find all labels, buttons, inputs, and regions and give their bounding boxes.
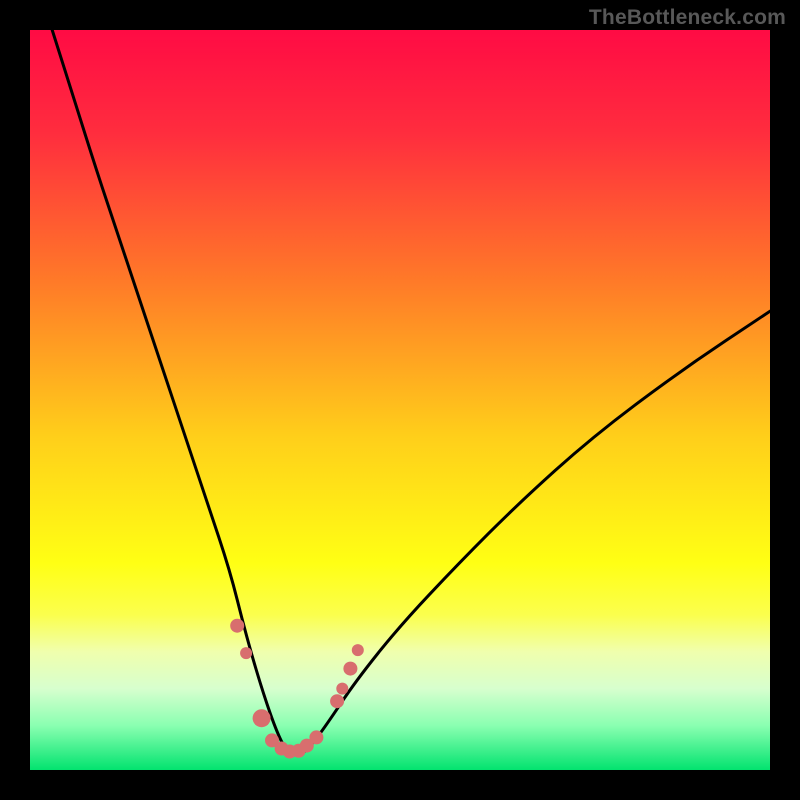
chart-frame: TheBottleneck.com [0,0,800,800]
gradient-background [30,30,770,770]
highlight-dot [309,730,323,744]
highlight-dot [253,709,271,727]
watermark-text: TheBottleneck.com [589,6,786,30]
highlight-dot [336,683,348,695]
plot-area [30,30,770,770]
highlight-dot [230,619,244,633]
highlight-dot [330,694,344,708]
highlight-dot [352,644,364,656]
chart-svg [30,30,770,770]
highlight-dot [343,662,357,676]
highlight-dot [240,647,252,659]
